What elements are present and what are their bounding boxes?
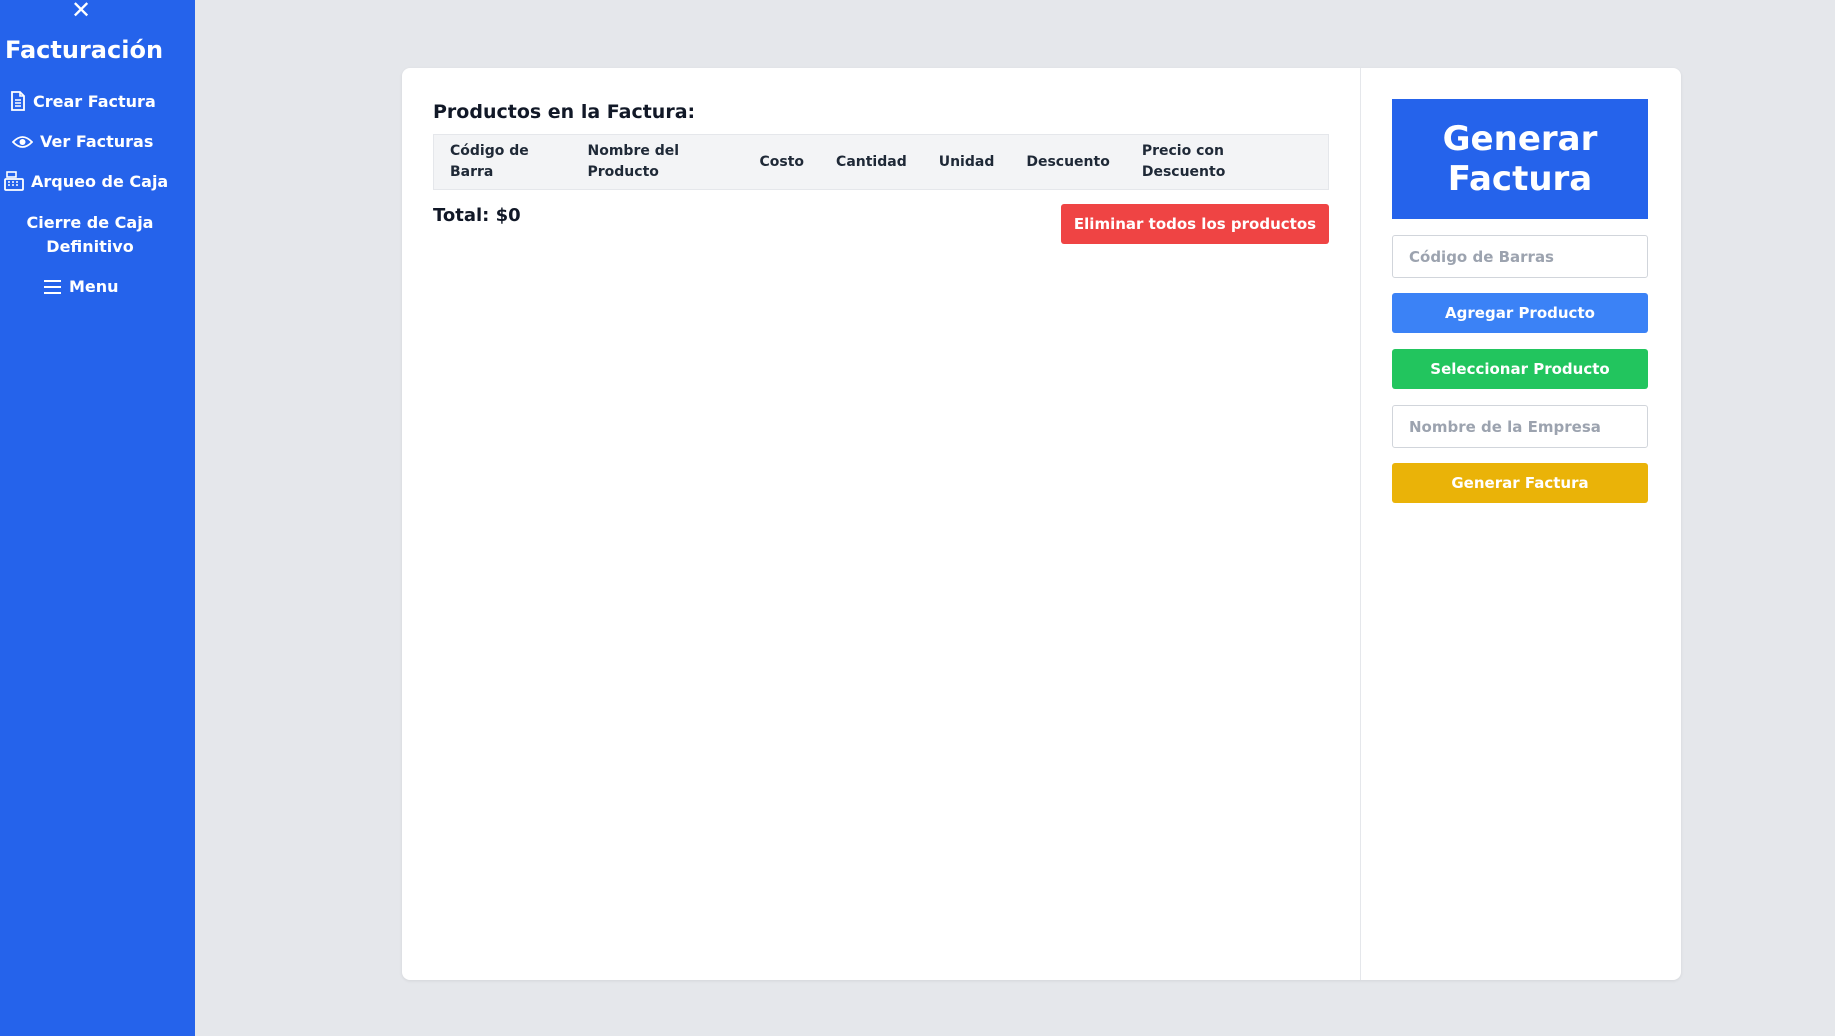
close-icon[interactable]: ✕ xyxy=(70,0,92,22)
generate-invoice-button[interactable]: Generar Factura xyxy=(1392,463,1648,503)
company-name-input[interactable] xyxy=(1392,405,1648,448)
sidebar-item-label: Ver Facturas xyxy=(40,132,154,151)
products-table: Código de Barra Nombre del Producto Cost… xyxy=(433,134,1329,190)
document-icon xyxy=(11,91,25,111)
generate-invoice-heading: Generar Factura xyxy=(1392,99,1648,219)
invoice-card: Productos en la Factura: Código de Barra… xyxy=(402,68,1681,980)
sidebar-item-label: Cierre de Caja Definitivo xyxy=(26,213,154,256)
column-header: Precio con Descuento xyxy=(1141,143,1226,180)
sidebar-item-ver-facturas[interactable]: Ver Facturas xyxy=(12,132,153,151)
delete-all-products-button[interactable]: Eliminar todos los productos xyxy=(1061,204,1329,244)
add-product-button[interactable]: Agregar Producto xyxy=(1392,293,1648,333)
column-header: Nombre del Producto xyxy=(587,143,680,180)
hamburger-icon xyxy=(44,279,61,294)
eye-icon xyxy=(12,135,33,148)
column-header: Código de Barra xyxy=(450,143,529,180)
barcode-input[interactable] xyxy=(1392,235,1648,278)
panel-divider xyxy=(1360,68,1361,980)
sidebar-item-label: Crear Factura xyxy=(33,91,156,111)
invoice-total: Total: $0 xyxy=(433,205,521,226)
sidebar-item-crear-factura[interactable]: Crear Factura xyxy=(10,91,156,111)
cash-register-icon xyxy=(4,171,24,191)
column-header: Cantidad xyxy=(836,153,907,170)
sidebar-item-arqueo-de-caja[interactable]: Arqueo de Caja xyxy=(4,171,168,191)
sidebar-item-label: Arqueo de Caja xyxy=(31,171,169,191)
app-title: Facturación xyxy=(5,36,164,64)
column-header: Descuento xyxy=(1026,153,1110,170)
sidebar-item-cierre-de-caja[interactable]: Cierre de Caja Definitivo xyxy=(18,211,162,259)
select-product-button[interactable]: Seleccionar Producto xyxy=(1392,349,1648,389)
sidebar-item-menu[interactable]: Menu xyxy=(43,277,119,296)
products-title: Productos en la Factura: xyxy=(433,101,696,123)
table-header-row: Código de Barra Nombre del Producto Cost… xyxy=(434,135,1329,190)
sidebar-item-label: Menu xyxy=(69,277,119,296)
sidebar: ✕ Facturación Crear Factura Ver Facturas… xyxy=(0,0,195,1036)
column-header: Unidad xyxy=(938,153,995,170)
column-header: Costo xyxy=(759,153,805,170)
